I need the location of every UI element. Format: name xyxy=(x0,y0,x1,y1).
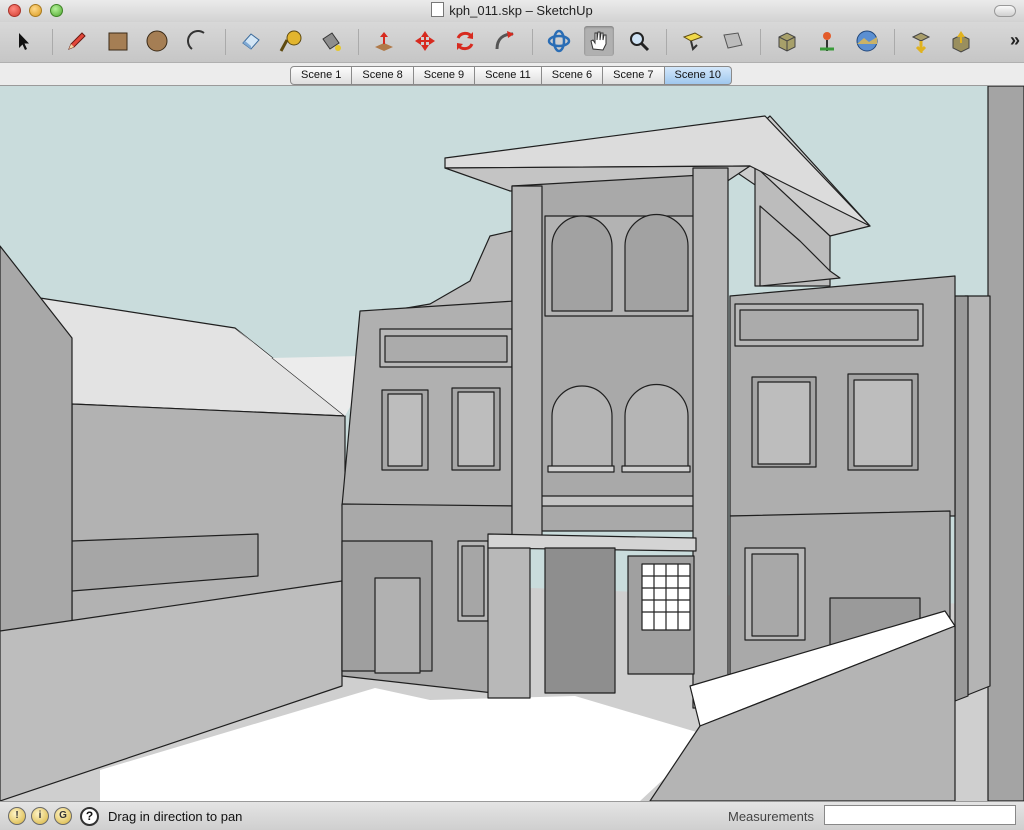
orbit-tool-button[interactable] xyxy=(544,26,574,56)
scene-tab-8[interactable]: Scene 8 xyxy=(352,66,414,85)
rotate-icon xyxy=(456,31,474,51)
push-pull-icon xyxy=(375,32,393,51)
follow-me-tool-button[interactable] xyxy=(490,26,520,56)
get-models-icon xyxy=(778,32,796,52)
pencil-icon xyxy=(68,32,86,50)
document-icon xyxy=(431,2,445,17)
magnifier-icon xyxy=(630,32,650,52)
scene-tab-9[interactable]: Scene 9 xyxy=(413,66,476,85)
add-location-icon xyxy=(820,32,834,51)
rectangle-tool-button[interactable] xyxy=(103,26,133,56)
scene-tab-1[interactable]: Scene 1 xyxy=(290,66,353,85)
tape-measure-tool-button[interactable] xyxy=(276,26,306,56)
minimize-window-button[interactable] xyxy=(29,4,42,17)
share-model-tool-button[interactable] xyxy=(906,26,936,56)
status-message: Drag in direction to pan xyxy=(108,809,243,824)
help-button[interactable]: ? xyxy=(80,807,99,826)
window-title-text: kph_011.skp – SketchUp xyxy=(449,3,593,18)
eraser-icon xyxy=(242,33,260,50)
push-pull-tool-button[interactable] xyxy=(369,26,399,56)
title-bar: kph_011.skp – SketchUp xyxy=(0,0,1024,22)
zoom-extents-icon xyxy=(682,32,704,51)
follow-me-icon xyxy=(495,31,514,50)
components-tool-button[interactable] xyxy=(946,26,976,56)
pan-tool-button[interactable] xyxy=(584,26,614,56)
move-tool-button[interactable] xyxy=(410,26,440,56)
google-icon[interactable]: G xyxy=(54,807,72,825)
terrain-icon xyxy=(856,30,878,52)
circle-tool-button[interactable] xyxy=(142,26,172,56)
scene-tab-11[interactable]: Scene 11 xyxy=(475,66,542,85)
scene-tab-10[interactable]: Scene 10 xyxy=(664,66,733,85)
orbit-icon xyxy=(547,29,571,53)
arc-tool-button[interactable] xyxy=(183,26,213,56)
line-tool-button[interactable] xyxy=(62,26,92,56)
arc-icon xyxy=(187,30,205,50)
scene-tab-6[interactable]: Scene 6 xyxy=(541,66,604,85)
paint-bucket-icon xyxy=(322,32,341,51)
arrow-cursor-icon xyxy=(19,33,29,50)
building-model-drawing xyxy=(0,86,1024,801)
close-window-button[interactable] xyxy=(8,4,21,17)
get-models-tool-button[interactable] xyxy=(772,26,802,56)
previous-view-tool-button[interactable] xyxy=(718,26,748,56)
move-arrows-icon xyxy=(415,31,435,51)
toggle-terrain-tool-button[interactable] xyxy=(852,26,882,56)
measurements-label: Measurements xyxy=(728,809,814,824)
credits-icon[interactable]: i xyxy=(31,807,49,825)
measurements-field[interactable] xyxy=(824,805,1016,825)
main-toolbar: » xyxy=(0,22,1024,62)
window-title: kph_011.skp – SketchUp xyxy=(431,2,593,18)
scene-tab-7[interactable]: Scene 7 xyxy=(603,66,665,85)
zoom-extents-tool-button[interactable] xyxy=(678,26,708,56)
zoom-tool-button[interactable] xyxy=(624,26,654,56)
zoom-window-button[interactable] xyxy=(50,4,63,17)
previous-view-icon xyxy=(723,32,743,49)
add-location-tool-button[interactable] xyxy=(812,26,842,56)
scene-tabs-bar: Scene 1 Scene 8 Scene 9 Scene 11 Scene 6… xyxy=(0,62,1024,86)
paint-bucket-tool-button[interactable] xyxy=(316,26,346,56)
toolbar-overflow-button[interactable]: » xyxy=(1010,30,1020,51)
components-icon xyxy=(952,31,970,53)
geo-location-icon[interactable]: ! xyxy=(8,807,26,825)
select-tool-button[interactable] xyxy=(8,26,38,56)
hand-icon xyxy=(590,31,607,51)
model-viewport[interactable] xyxy=(0,86,1024,801)
eraser-tool-button[interactable] xyxy=(236,26,266,56)
rectangle-icon xyxy=(108,32,128,51)
status-bar: ! i G ? Drag in direction to pan Measure… xyxy=(0,801,1024,830)
circle-icon xyxy=(146,30,168,52)
rotate-tool-button[interactable] xyxy=(450,26,480,56)
toolbar-toggle-button[interactable] xyxy=(994,5,1016,17)
tape-measure-icon xyxy=(279,30,302,52)
share-model-icon xyxy=(911,32,931,53)
